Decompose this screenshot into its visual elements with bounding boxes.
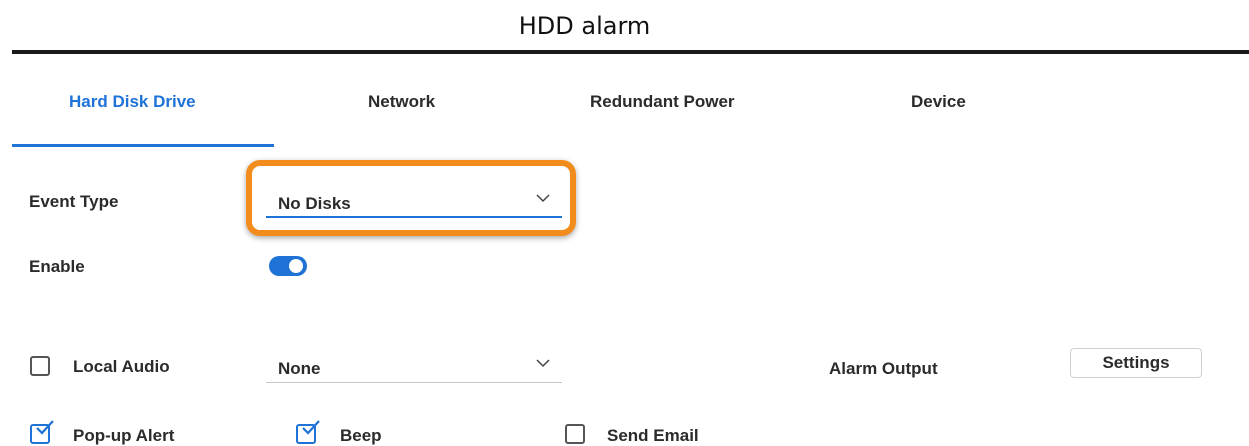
local-audio-checkbox[interactable] <box>30 356 50 376</box>
page-title: HDD alarm <box>518 12 651 40</box>
tab-hard-disk-drive[interactable]: Hard Disk Drive <box>69 92 196 112</box>
tab-redundant-power[interactable]: Redundant Power <box>590 92 735 112</box>
popup-alert-checkbox[interactable] <box>30 420 54 444</box>
settings-button[interactable]: Settings <box>1070 348 1202 378</box>
active-tab-indicator <box>12 144 274 147</box>
tab-device[interactable]: Device <box>911 92 966 112</box>
title-divider <box>12 50 1249 54</box>
send-email-label: Send Email <box>607 426 699 445</box>
send-email-checkbox[interactable] <box>565 424 585 444</box>
audio-select[interactable]: None <box>266 359 562 383</box>
chevron-down-icon <box>536 359 550 368</box>
beep-label: Beep <box>340 426 382 445</box>
alarm-output-label: Alarm Output <box>829 359 938 378</box>
popup-alert-label: Pop-up Alert <box>73 426 175 445</box>
enable-label: Enable <box>29 257 85 276</box>
event-type-label: Event Type <box>29 192 119 211</box>
toggle-knob <box>289 259 303 273</box>
audio-value: None <box>278 359 321 378</box>
enable-toggle[interactable] <box>269 256 307 276</box>
beep-checkbox[interactable] <box>296 420 320 444</box>
local-audio-label: Local Audio <box>73 357 170 376</box>
tab-network[interactable]: Network <box>368 92 435 112</box>
checkmark-icon <box>302 420 320 435</box>
checkmark-icon <box>36 420 54 435</box>
highlight-box <box>246 160 576 236</box>
